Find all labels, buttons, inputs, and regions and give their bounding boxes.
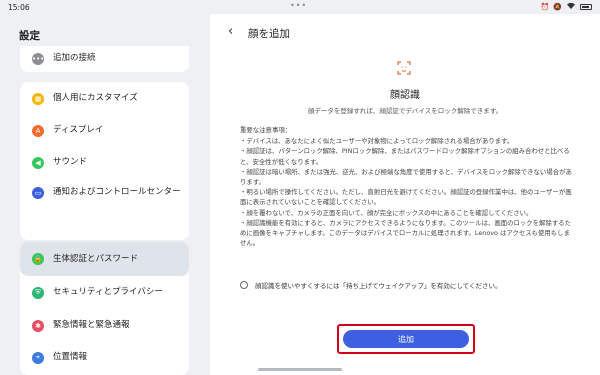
settings-sidebar: 設定 ••• 追加の接続 ▦ 個人用にカスタマイズ A ディスプレイ ◀ サウン… xyxy=(0,14,207,375)
sidebar-item-customize[interactable]: ▦ 個人用にカスタマイズ xyxy=(20,92,189,105)
settings-card-personal: ▦ 個人用にカスタマイズ A ディスプレイ ◀ サウンド ▭ 通知およびコントロ… xyxy=(20,82,189,240)
notes-heading: 重要な注意事項： xyxy=(240,126,292,134)
add-button[interactable]: 追加 xyxy=(343,330,469,348)
notification-icon: ▭ xyxy=(32,186,44,199)
note-item: ・顔認識機能を有効にすると、カメラにアクセスできるようになります。このツールは、… xyxy=(240,218,572,248)
sidebar-item-location[interactable]: ⌖ 位置情報 xyxy=(20,351,189,364)
battery-icon xyxy=(580,4,592,10)
location-icon: ⌖ xyxy=(32,351,44,364)
sidebar-item-notifications[interactable]: ▭ 通知およびコントロールセンター xyxy=(20,186,189,199)
sidebar-item-display[interactable]: A ディスプレイ xyxy=(20,124,189,137)
sidebar-item-additional-connections[interactable]: ••• 追加の接続 xyxy=(20,52,189,65)
sidebar-item-sound[interactable]: ◀ サウンド xyxy=(20,156,189,169)
feature-title: 顔認識 xyxy=(390,90,420,101)
status-bar: 15:06 ••• ⏰ 🔕 xyxy=(0,0,600,14)
palette-icon: ▦ xyxy=(32,92,44,105)
mute-icon: 🔕 xyxy=(553,3,562,11)
raise-to-wake-option[interactable]: 顔認識を使いやすくするには「持ち上げてウェイクアップ」を有効にしてください。 xyxy=(240,280,501,290)
home-indicator xyxy=(258,368,342,371)
status-time: 15:06 xyxy=(8,3,30,12)
note-item: ・デバイスは、あなたによく似たユーザーや対象物によってロック解除される場合があり… xyxy=(240,137,514,146)
face-scan-icon xyxy=(397,61,411,75)
wifi-icon xyxy=(566,2,576,12)
face-add-pane: ‹ 顔を追加 顔認識 顔データを登録すれば、顔認証でデバイスをロック解除できます… xyxy=(210,14,600,375)
sidebar-item-label: 通知およびコントロールセンター xyxy=(53,187,181,197)
feature-description: 顔データを登録すれば、顔認証でデバイスをロック解除できます。 xyxy=(307,107,503,115)
sidebar-item-label: 個人用にカスタマイズ xyxy=(53,93,138,103)
lock-icon: 🔒 xyxy=(32,253,44,265)
emergency-icon: ✱ xyxy=(32,319,44,332)
sidebar-item-label: セキュリティとプライバシー xyxy=(53,287,163,297)
more-icon: ••• xyxy=(31,52,45,65)
page-title: 顔を追加 xyxy=(248,28,290,40)
sound-icon: ◀ xyxy=(32,156,44,169)
settings-card-security: 🔒 生体認証とパスワード ⛨ セキュリティとプライバシー ✱ 緊急情報と緊急通報… xyxy=(20,242,189,375)
sidebar-item-label: 追加の接続 xyxy=(53,53,96,63)
sidebar-item-emergency[interactable]: ✱ 緊急情報と緊急通報 xyxy=(20,319,189,332)
note-item: ・顔認証は暗い場所、または強光、逆光、および極端な角度で使用すると、デバイスをロ… xyxy=(240,167,572,187)
status-icons: ⏰ 🔕 xyxy=(541,2,592,12)
alarm-icon: ⏰ xyxy=(540,3,550,11)
sidebar-item-biometrics[interactable]: 🔒 生体認証とパスワード xyxy=(20,242,189,276)
raise-to-wake-checkbox[interactable] xyxy=(240,281,248,289)
sidebar-item-security-privacy[interactable]: ⛨ セキュリティとプライバシー xyxy=(20,286,189,299)
window-options-dots[interactable]: ••• xyxy=(290,1,307,10)
settings-card-connections: ••• 追加の接続 xyxy=(20,46,189,72)
note-item: ・顔を覆わないで、カメラの正面を向いて、顔が完全にボックスの中にあることを確認し… xyxy=(240,208,533,217)
sidebar-item-label: サウンド xyxy=(53,157,88,167)
sidebar-item-label: 位置情報 xyxy=(53,352,88,362)
note-item: ・明るい場所で操作してください。ただし、直射日光を避けてください。顔認証の登録作… xyxy=(240,188,572,207)
display-icon: A xyxy=(32,124,44,137)
sidebar-item-label: 生体認証とパスワード xyxy=(53,253,139,264)
sidebar-item-label: 緊急情報と緊急通報 xyxy=(53,320,130,330)
raise-to-wake-label: 顔認識を使いやすくするには「持ち上げてウェイクアップ」を有効にしてください。 xyxy=(255,282,502,290)
add-button-highlight: 追加 xyxy=(337,324,475,354)
important-notes: 重要な注意事項： ・デバイスは、あなたによく似たユーザーや対象物によってロック解… xyxy=(240,125,575,248)
settings-title: 設定 xyxy=(19,30,40,42)
sidebar-item-label: ディスプレイ xyxy=(53,125,104,135)
shield-icon: ⛨ xyxy=(32,286,44,299)
note-item: ・顔認証は、パターンロック解除、PINロック解除、またはパスワードロック解除オプ… xyxy=(240,147,570,166)
back-arrow-icon[interactable]: ‹ xyxy=(228,24,233,39)
